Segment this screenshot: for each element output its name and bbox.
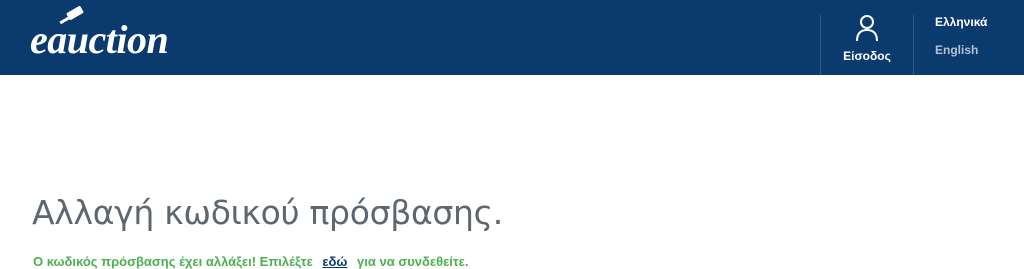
- login-label: Είσοδος: [843, 49, 891, 63]
- login-here-link[interactable]: εδώ: [322, 254, 347, 269]
- message-text-end: για να συνδεθείτε.: [357, 254, 469, 269]
- top-header: eauction Είσοδος Ελληνικά English: [0, 0, 1024, 75]
- page-title: Αλλαγή κωδικού πρόσβασης.: [32, 193, 503, 232]
- eauction-logo[interactable]: eauction: [30, 6, 250, 68]
- logo-text: eauction: [30, 17, 169, 62]
- success-message: Ο κωδικός πρόσβασης έχει αλλάξει! Επιλέξ…: [33, 254, 468, 269]
- header-divider: [913, 15, 914, 75]
- message-text: Ο κωδικός πρόσβασης έχει αλλάξει! Επιλέξ…: [33, 254, 313, 269]
- user-icon: [856, 15, 878, 42]
- login-button[interactable]: Είσοδος: [821, 0, 913, 75]
- language-greek-link[interactable]: Ελληνικά: [935, 15, 987, 29]
- language-english-link[interactable]: English: [935, 43, 978, 57]
